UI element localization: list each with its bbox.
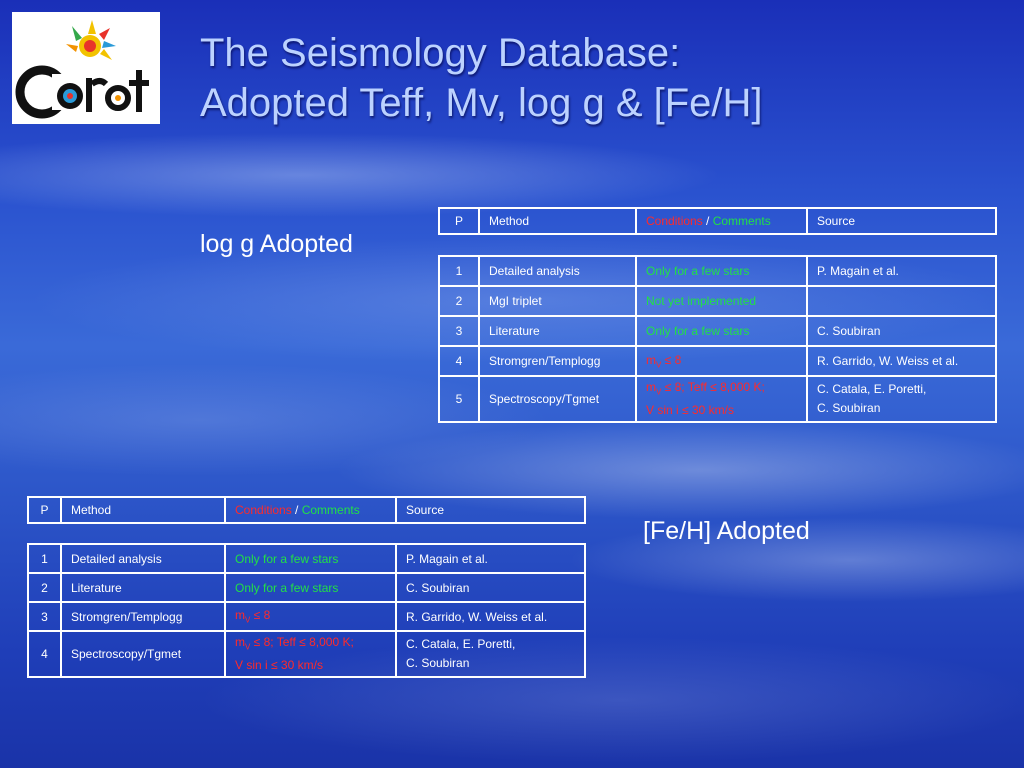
sun-icon [66, 20, 116, 60]
header-p: P [438, 207, 480, 235]
row-p: 1 [438, 255, 480, 287]
row-p: 5 [438, 375, 480, 423]
row-p: 3 [27, 601, 62, 632]
table-row: 1 Detailed analysis Only for a few stars… [27, 543, 586, 574]
row-source: P. Magain et al. [395, 543, 586, 574]
row-method: MgI triplet [478, 285, 637, 317]
row-method: Literature [60, 572, 226, 603]
row-p: 4 [438, 345, 480, 377]
row-conditions: Only for a few stars [224, 543, 397, 574]
row-conditions: Only for a few stars [224, 572, 397, 603]
row-conditions: Not yet implemented [635, 285, 808, 317]
corot-logo [12, 12, 160, 124]
table-row: 3 Literature Only for a few stars C. Sou… [438, 315, 997, 347]
corot-logo-icon [15, 20, 149, 119]
row-method: Spectroscopy/Tgmet [478, 375, 637, 423]
header-comments: Comments [712, 214, 771, 228]
row-p: 2 [438, 285, 480, 317]
feh-header-table: P Method Conditions / Comments Source [27, 496, 586, 524]
table-row: 4 Spectroscopy/Tgmet mV ≤ 8; Teff ≤ 8,00… [27, 630, 586, 678]
corot-wordmark [15, 65, 149, 119]
title-line-2: Adopted Teff, Mv, log g & [Fe/H] [200, 81, 763, 125]
row-source: C. Soubiran [806, 315, 997, 347]
header-separator: / [702, 214, 713, 228]
row-conditions: Only for a few stars [635, 255, 808, 287]
logg-data-table: 1 Detailed analysis Only for a few stars… [438, 255, 997, 423]
table-row: 2 Literature Only for a few stars C. Sou… [27, 572, 586, 603]
table-row: 4 Stromgren/Templogg mV ≤ 8 R. Garrido, … [438, 345, 997, 377]
row-source: C. Catala, E. Poretti, C. Soubiran [395, 630, 586, 678]
table-row: 2 MgI triplet Not yet implemented [438, 285, 997, 317]
row-method: Literature [478, 315, 637, 347]
table-row: 5 Spectroscopy/Tgmet mV ≤ 8; Teff ≤ 8,00… [438, 375, 997, 423]
table-row: 1 Detailed analysis Only for a few stars… [438, 255, 997, 287]
table-row: 3 Stromgren/Templogg mV ≤ 8 R. Garrido, … [27, 601, 586, 632]
row-source [806, 285, 997, 317]
feh-data-table: 1 Detailed analysis Only for a few stars… [27, 543, 586, 678]
row-source: P. Magain et al. [806, 255, 997, 287]
row-conditions: mV ≤ 8 [224, 601, 397, 632]
row-p: 4 [27, 630, 62, 678]
row-method: Spectroscopy/Tgmet [60, 630, 226, 678]
row-method: Stromgren/Templogg [60, 601, 226, 632]
header-source: Source [806, 207, 997, 235]
row-method: Stromgren/Templogg [478, 345, 637, 377]
header-conditions: Conditions [235, 503, 292, 517]
header-p: P [27, 496, 62, 524]
row-conditions: Only for a few stars [635, 315, 808, 347]
page-title: The Seismology Database: Adopted Teff, M… [200, 28, 763, 128]
row-conditions: mV ≤ 8 [635, 345, 808, 377]
row-source: R. Garrido, W. Weiss et al. [395, 601, 586, 632]
row-source: C. Catala, E. Poretti, C. Soubiran [806, 375, 997, 423]
logg-section-label: log g Adopted [200, 230, 353, 258]
header-conditions: Conditions [646, 214, 703, 228]
row-conditions: mV ≤ 8; Teff ≤ 8,000 K; V sin i ≤ 30 km/… [224, 630, 397, 678]
logg-header-table: P Method Conditions / Comments Source [438, 207, 997, 235]
row-p: 3 [438, 315, 480, 347]
feh-section-label: [Fe/H] Adopted [643, 517, 810, 545]
row-conditions: mV ≤ 8; Teff ≤ 8,000 K; V sin i ≤ 30 km/… [635, 375, 808, 423]
table-header-row: P Method Conditions / Comments Source [27, 496, 586, 524]
row-method: Detailed analysis [60, 543, 226, 574]
header-separator: / [291, 503, 302, 517]
header-source: Source [395, 496, 586, 524]
title-line-1: The Seismology Database: [200, 31, 681, 75]
row-p: 2 [27, 572, 62, 603]
table-header-row: P Method Conditions / Comments Source [438, 207, 997, 235]
row-source: C. Soubiran [395, 572, 586, 603]
header-comments: Comments [301, 503, 360, 517]
header-method: Method [478, 207, 637, 235]
row-source: R. Garrido, W. Weiss et al. [806, 345, 997, 377]
header-method: Method [60, 496, 226, 524]
row-p: 1 [27, 543, 62, 574]
header-conditions-comments: Conditions / Comments [635, 207, 808, 235]
row-method: Detailed analysis [478, 255, 637, 287]
header-conditions-comments: Conditions / Comments [224, 496, 397, 524]
